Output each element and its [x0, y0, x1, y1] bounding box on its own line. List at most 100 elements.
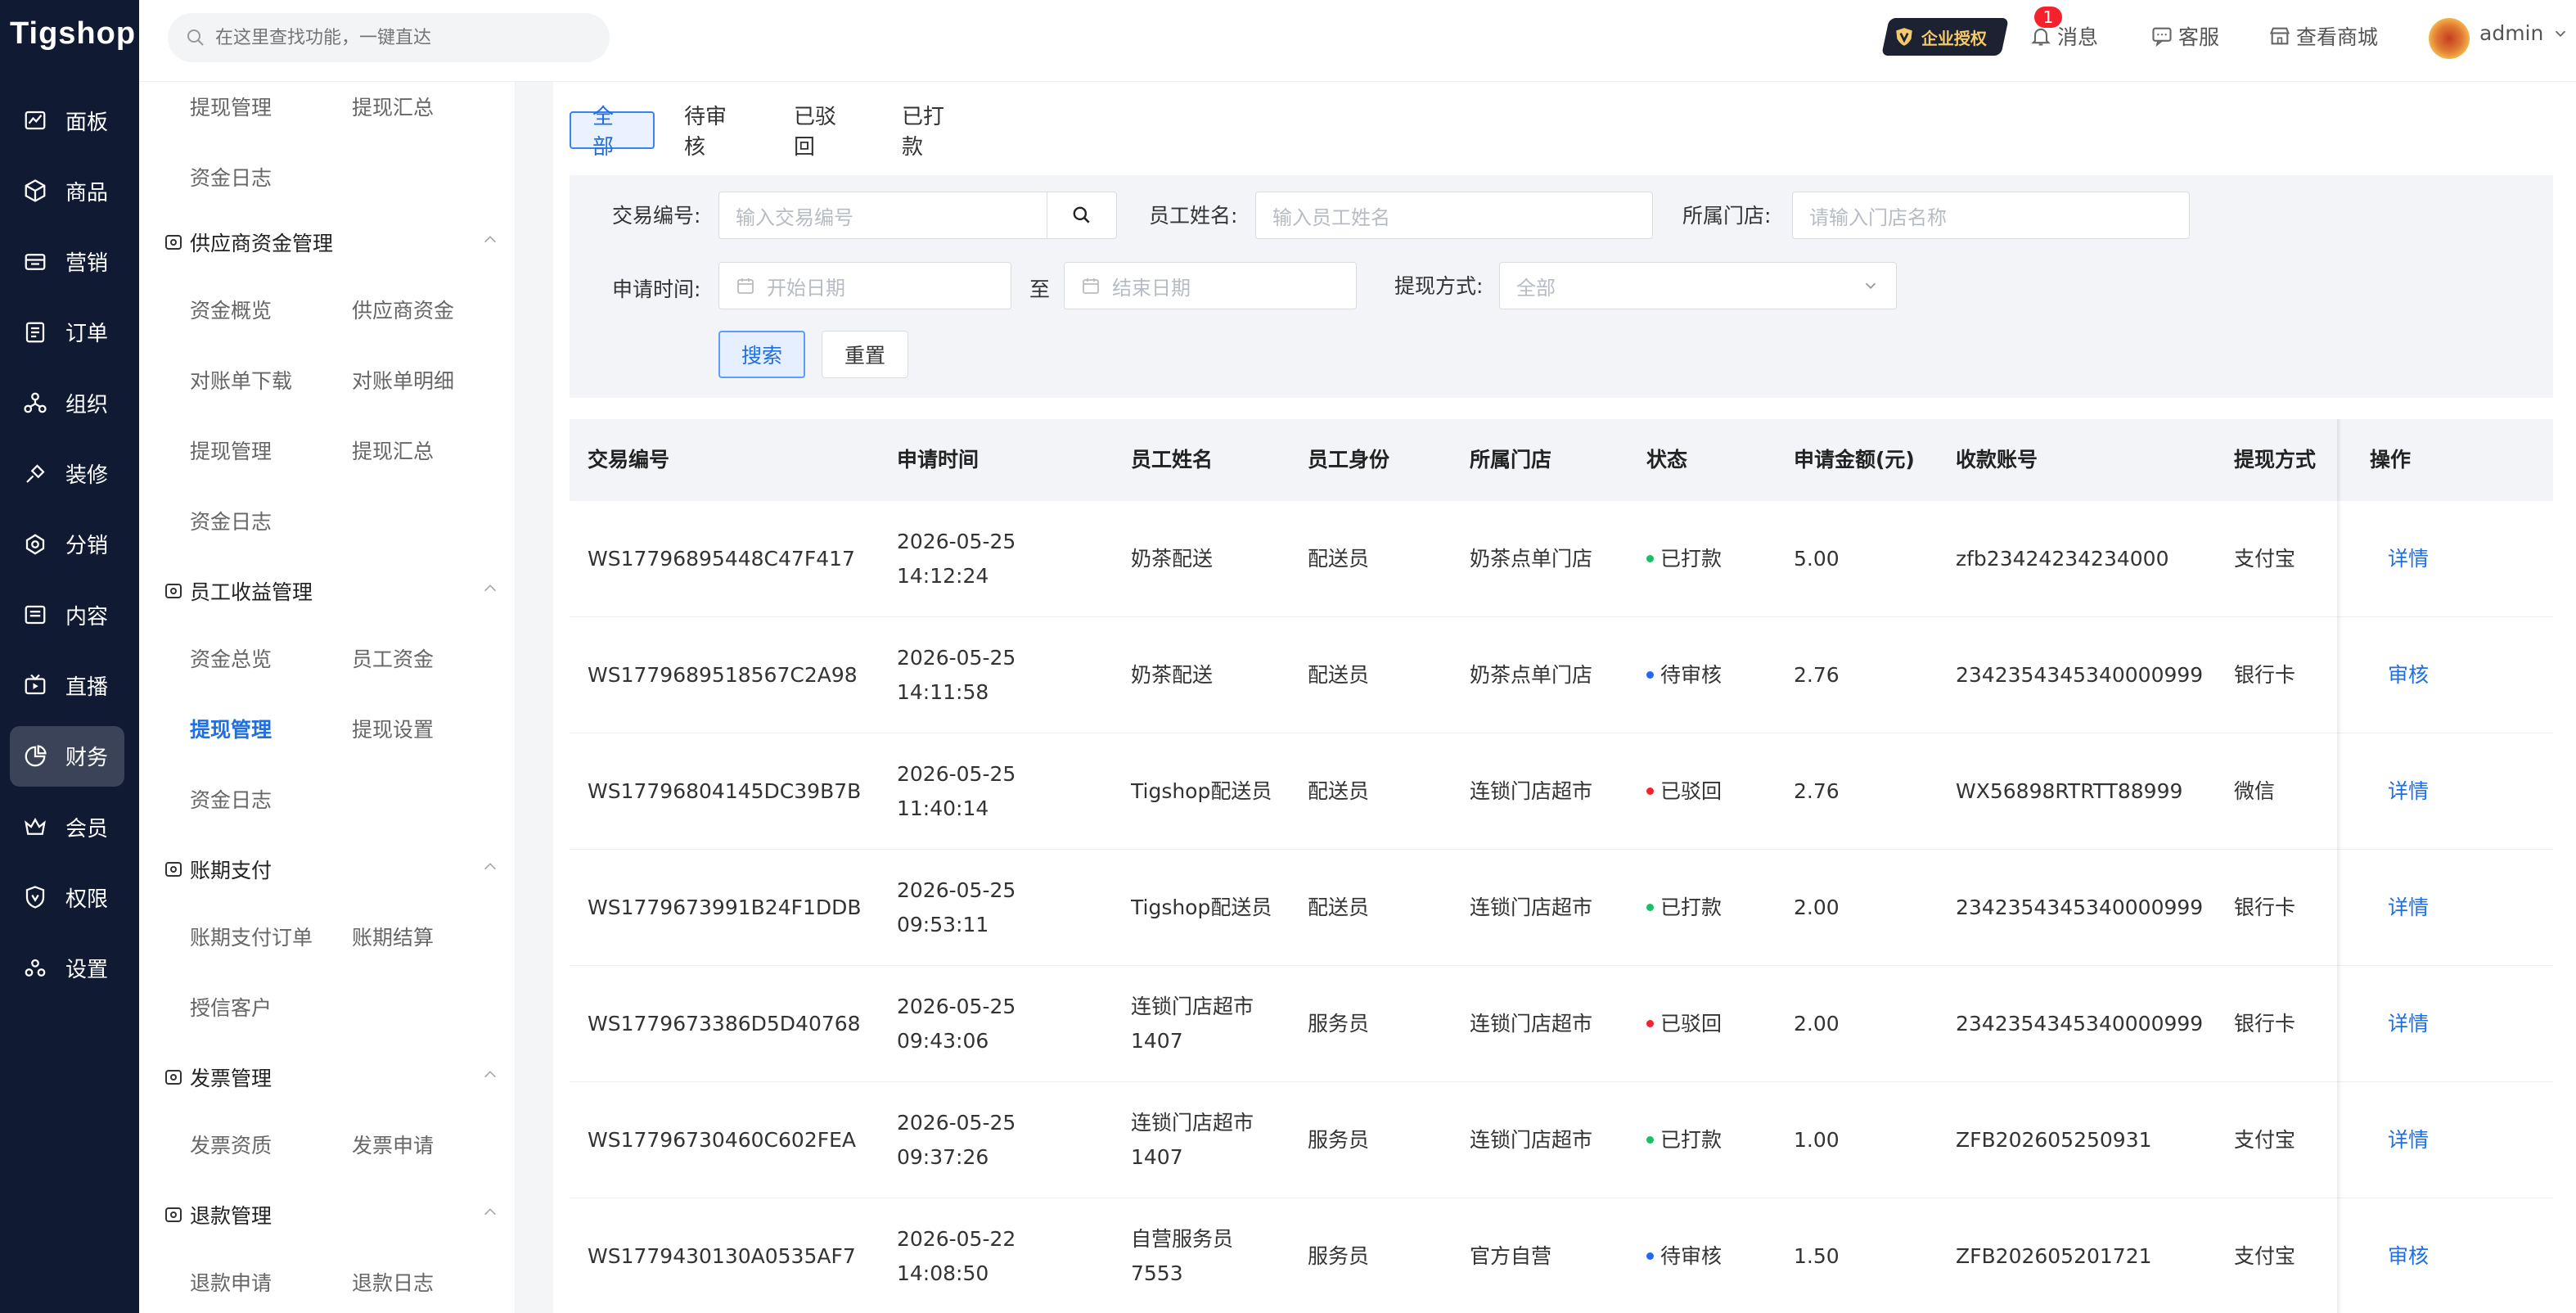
- submenu-link[interactable]: 供应商资金: [352, 295, 454, 324]
- start-date-input[interactable]: 开始日期: [718, 262, 1011, 309]
- shop-input[interactable]: 请输入门店名称: [1792, 192, 2190, 239]
- trade-no-input[interactable]: 输入交易编号: [718, 192, 1047, 239]
- submenu-group-title: 发票管理: [190, 1067, 272, 1090]
- apply-time-label: 申请时间:: [612, 277, 701, 301]
- detail-link[interactable]: 详情: [2388, 1123, 2429, 1157]
- chevron-up-icon[interactable]: [481, 1203, 499, 1221]
- end-date-input[interactable]: 结束日期: [1064, 262, 1357, 309]
- nav-item[interactable]: 营销: [10, 232, 124, 292]
- nav-item[interactable]: 装修: [10, 444, 124, 504]
- submenu-link[interactable]: 资金日志: [190, 506, 272, 535]
- nav-item[interactable]: 会员: [10, 796, 124, 857]
- submenu-group[interactable]: 退款管理: [164, 1200, 272, 1230]
- nav-item[interactable]: 商品: [10, 160, 124, 221]
- trade-no-search-button[interactable]: [1047, 192, 1117, 239]
- detail-link[interactable]: 详情: [2388, 542, 2429, 576]
- detail-link[interactable]: 详情: [2388, 1007, 2429, 1041]
- submenu-link[interactable]: 对账单明细: [352, 365, 454, 395]
- staff-name-input[interactable]: 输入员工姓名: [1255, 192, 1653, 239]
- status-tab[interactable]: 已打款: [880, 105, 969, 160]
- user-menu[interactable]: admin: [2479, 21, 2569, 45]
- chevron-up-icon[interactable]: [481, 1066, 499, 1084]
- review-link[interactable]: 审核: [2388, 658, 2429, 693]
- service-link[interactable]: 客服: [2150, 21, 2219, 51]
- status-cell: 已打款: [1646, 542, 1722, 576]
- submenu-link[interactable]: 资金日志: [190, 784, 272, 814]
- submenu-link[interactable]: 资金日志: [190, 162, 272, 192]
- submenu-link[interactable]: 资金总览: [190, 643, 272, 673]
- column-header: 所属门店: [1470, 448, 1552, 472]
- submenu-link[interactable]: 账期支付订单: [190, 922, 313, 951]
- nav-item-label: 订单: [65, 322, 109, 347]
- submenu-link[interactable]: 提现设置: [352, 714, 434, 743]
- chevron-up-icon[interactable]: [481, 231, 499, 249]
- submenu-link[interactable]: 提现管理: [190, 435, 272, 465]
- reset-button[interactable]: 重置: [822, 331, 908, 378]
- account-cell: 2342354345340000999: [1956, 896, 2204, 919]
- crown-icon: [25, 817, 46, 835]
- review-link[interactable]: 审核: [2388, 1239, 2429, 1274]
- status-dot: [1646, 1252, 1654, 1260]
- nav-item[interactable]: 组织: [10, 372, 124, 433]
- status-tab[interactable]: 已驳回: [772, 105, 861, 160]
- chevron-up-icon[interactable]: [481, 858, 499, 876]
- table-row: WS1779673386D5D40768 2026-05-25 09:43:06 连锁…: [570, 966, 2553, 1082]
- article-icon: [25, 605, 46, 625]
- submenu-link[interactable]: 发票申请: [352, 1130, 434, 1159]
- submenu-link[interactable]: 提现管理: [190, 92, 272, 121]
- search-button[interactable]: 搜索: [718, 331, 805, 378]
- submenu-link[interactable]: 授信客户: [190, 992, 272, 1022]
- submenu-link[interactable]: 退款申请: [190, 1267, 272, 1297]
- submenu-link[interactable]: 发票资质: [190, 1130, 272, 1159]
- method-select-value: 全部: [1516, 276, 1556, 300]
- nav-item-label: 会员: [65, 816, 109, 841]
- shield-coin-icon: [165, 584, 182, 598]
- nav-item[interactable]: 设置: [10, 938, 124, 999]
- avatar[interactable]: [2429, 18, 2470, 59]
- enterprise-badge[interactable]: 企业授权: [1881, 18, 2009, 56]
- nav-item[interactable]: 内容: [10, 584, 124, 645]
- view-store-link[interactable]: 查看商城: [2268, 21, 2378, 51]
- submenu-link[interactable]: 资金概览: [190, 295, 272, 324]
- detail-link[interactable]: 详情: [2388, 891, 2429, 925]
- bell-icon: [2031, 28, 2051, 46]
- status-tab[interactable]: 全部: [570, 105, 655, 160]
- submenu-group[interactable]: 员工收益管理: [164, 576, 313, 606]
- logo: Tigshop: [10, 16, 137, 51]
- submenu-group[interactable]: 账期支付: [164, 855, 272, 884]
- nav-item[interactable]: 权限: [10, 867, 124, 927]
- detail-link[interactable]: 详情: [2388, 774, 2429, 809]
- status-tab[interactable]: 待审核: [663, 105, 759, 160]
- submenu-link[interactable]: 提现汇总: [352, 92, 434, 121]
- status-text: 已驳回: [1660, 779, 1723, 803]
- nav-item-label: 直播: [65, 675, 109, 700]
- status-cell: 待审核: [1646, 658, 1722, 693]
- staff-name-cell: 连锁门店超市: [1131, 1111, 1254, 1135]
- nav-item[interactable]: 分销: [10, 514, 124, 575]
- submenu-link[interactable]: 对账单下载: [190, 365, 292, 395]
- app-root: Tigshop 面板商品营销订单组织装修分销内容直播财务会员权限设置 企业授权 …: [0, 0, 2576, 1313]
- staff-name-cell: 连锁门店超市: [1131, 995, 1254, 1018]
- global-search-input[interactable]: [215, 27, 592, 48]
- chevron-up-icon[interactable]: [481, 580, 499, 598]
- nav-item[interactable]: 订单: [10, 302, 124, 363]
- shop-cell: 连锁门店超市: [1470, 1128, 1593, 1152]
- submenu-link[interactable]: 提现汇总: [352, 435, 434, 465]
- method-select[interactable]: 全部: [1499, 262, 1897, 309]
- nav-item[interactable]: 直播: [10, 655, 124, 715]
- submenu-group[interactable]: 供应商资金管理: [164, 228, 333, 257]
- submenu-group-title: 退款管理: [190, 1204, 272, 1228]
- trade-no-cell: WS1779673386D5D40768: [588, 1012, 861, 1036]
- staff-name-cell-line2: 1407: [1131, 1029, 1183, 1053]
- global-search[interactable]: [168, 13, 610, 62]
- search-icon: [1073, 206, 1090, 223]
- submenu-group[interactable]: 发票管理: [164, 1063, 272, 1092]
- nav-item[interactable]: 面板: [10, 90, 124, 151]
- submenu-link[interactable]: 员工资金: [352, 643, 434, 673]
- submenu-link[interactable]: 退款日志: [352, 1267, 434, 1297]
- submenu-link[interactable]: 账期结算: [352, 922, 434, 951]
- submenu-link[interactable]: 提现管理: [190, 714, 272, 743]
- apply-date-cell: 2026-05-25: [897, 878, 1016, 902]
- nav-item[interactable]: 财务: [10, 725, 124, 787]
- shop-cell: 连锁门店超市: [1470, 779, 1593, 803]
